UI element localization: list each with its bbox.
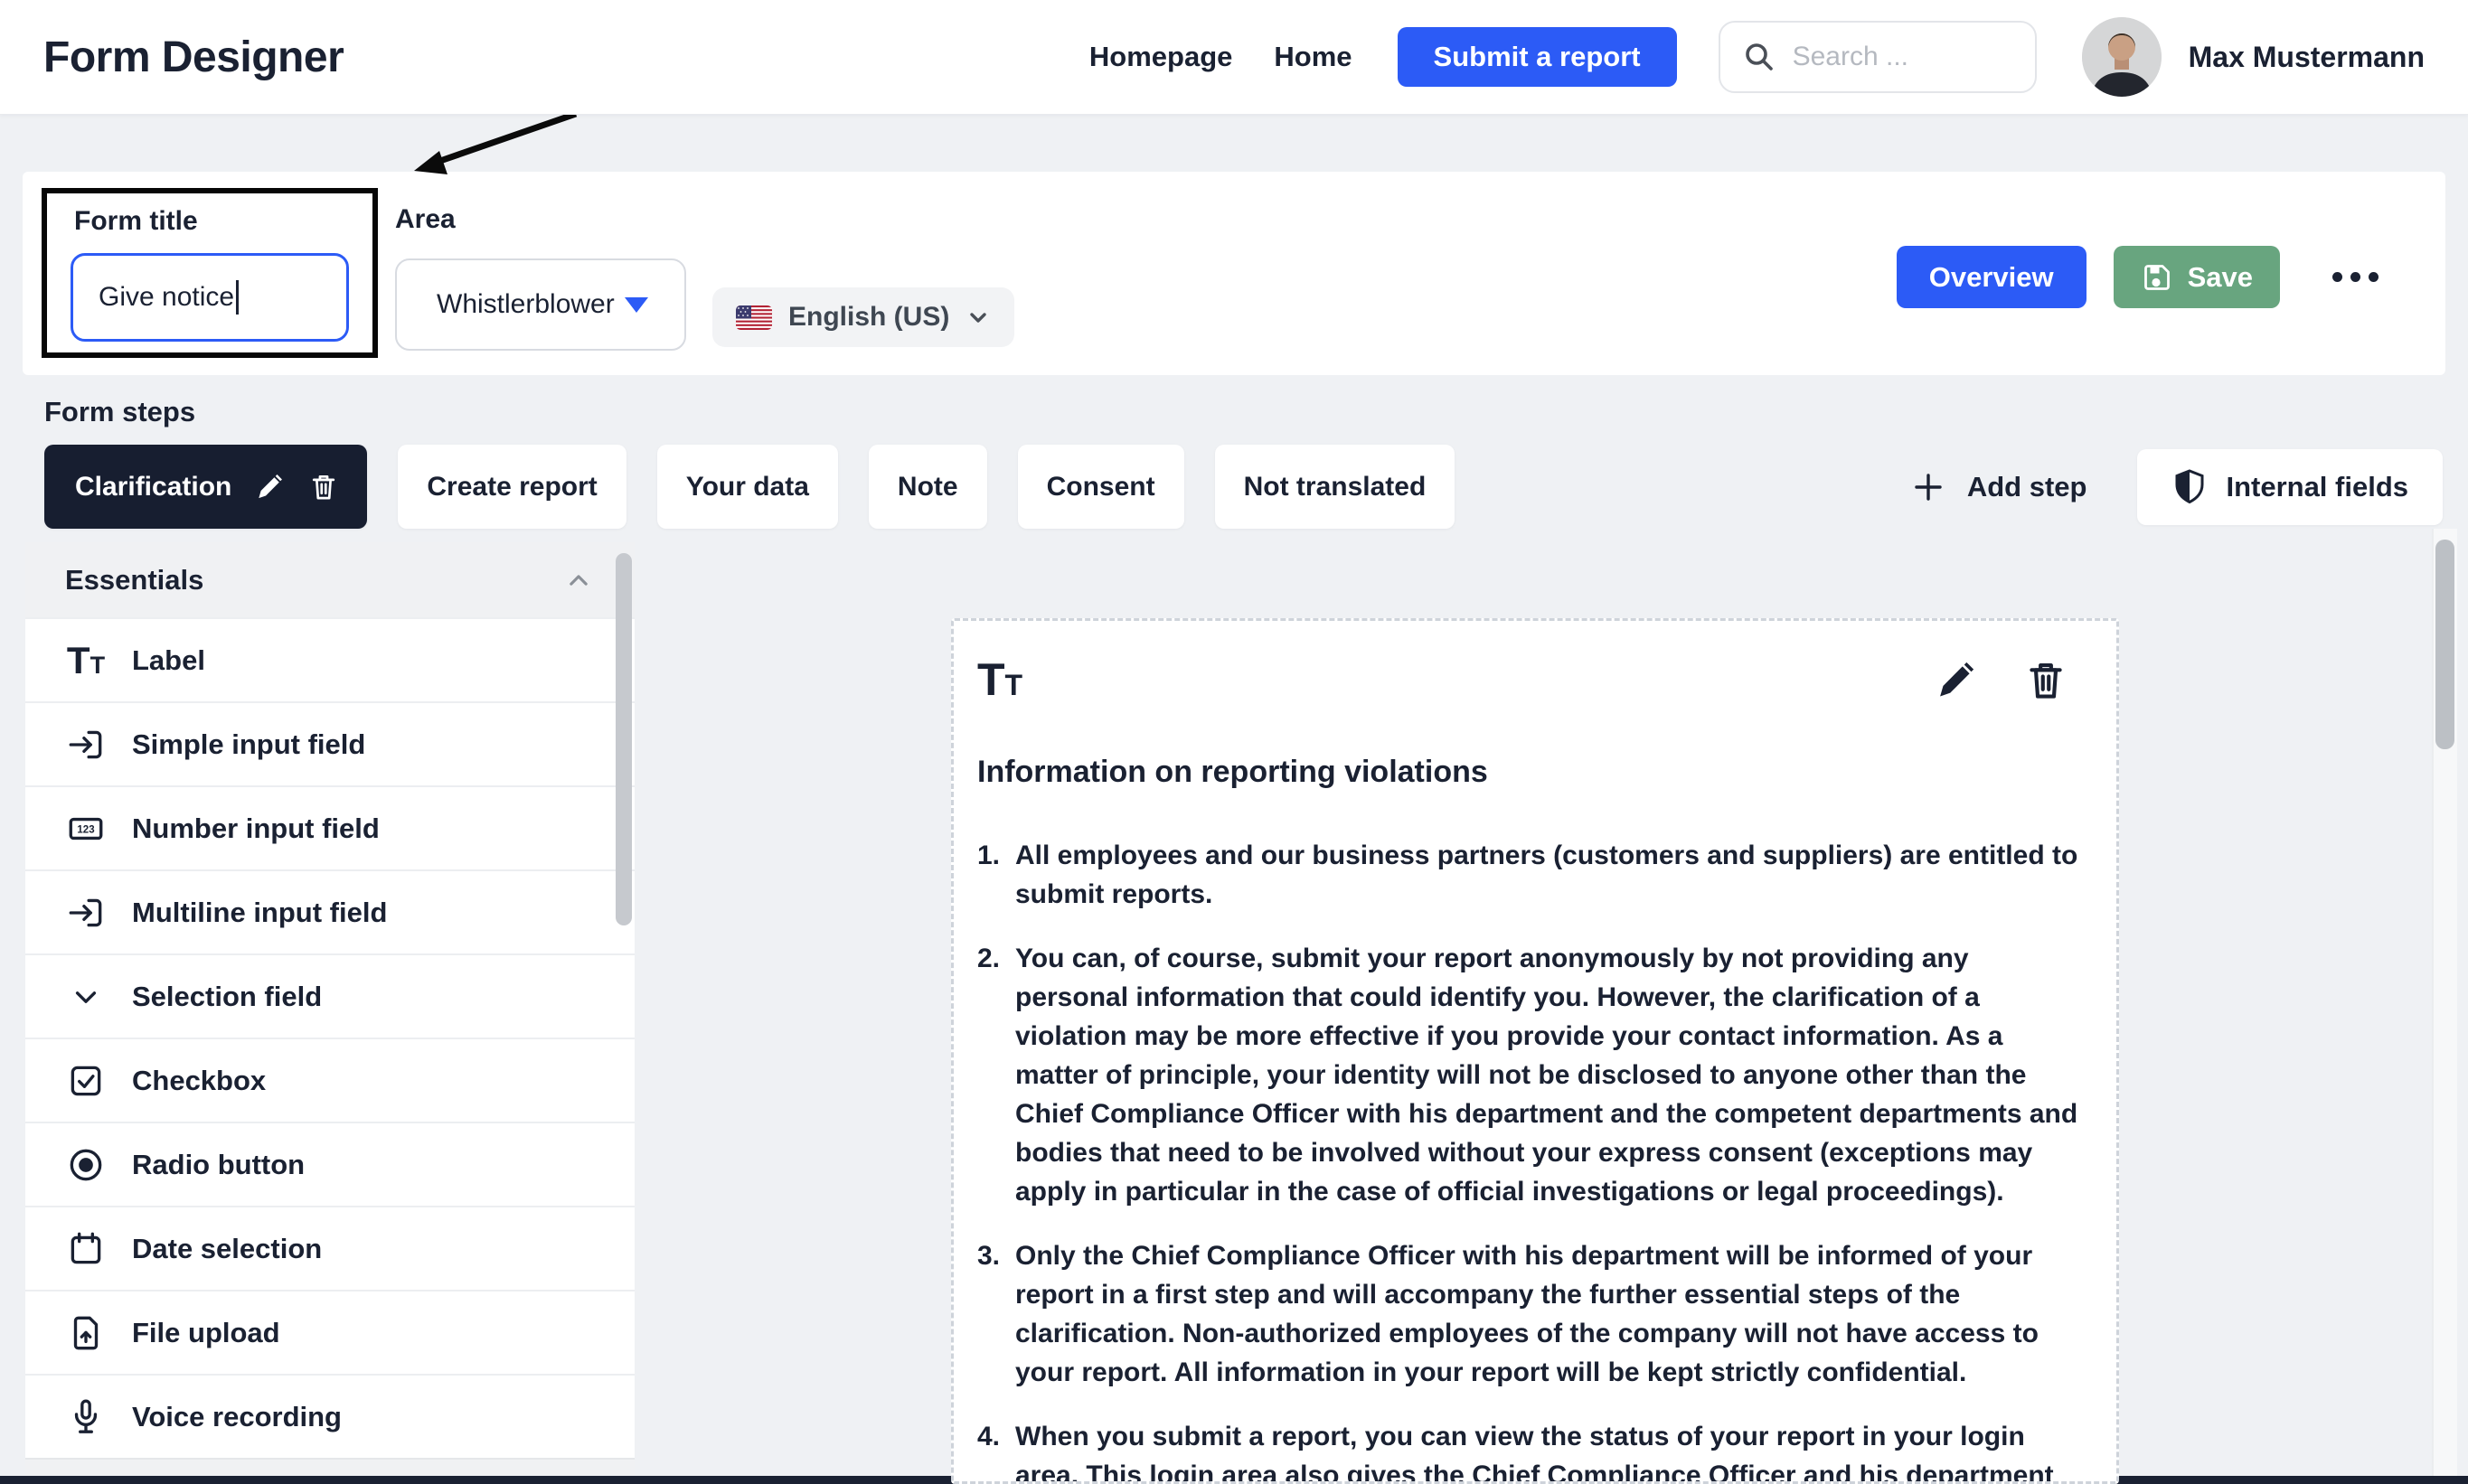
avatar[interactable]: [2081, 17, 2162, 97]
delete-step-trash-icon[interactable]: [307, 471, 340, 503]
us-flag-icon: [736, 305, 772, 330]
page-title: Form Designer: [43, 33, 344, 81]
label-block-type-icon: TT: [977, 654, 1023, 705]
palette-section-essentials[interactable]: Essentials: [25, 542, 635, 617]
shield-icon: [2175, 468, 2204, 503]
area-group: Area Whistlerblower: [395, 204, 686, 351]
search-icon: [1742, 40, 1776, 74]
multiline-input-icon: [65, 892, 107, 934]
step-label: Clarification: [75, 471, 232, 502]
radio-icon: [65, 1144, 107, 1186]
palette-item-selection-field[interactable]: Selection field: [25, 953, 635, 1038]
number-input-icon: 123: [65, 808, 107, 850]
internal-fields-button[interactable]: Internal fields: [2137, 448, 2443, 525]
block-numbered-list: 1. All employees and our business partne…: [977, 836, 2084, 1484]
form-designer-app: Form Designer Homepage Home Submit a rep…: [0, 0, 2468, 1484]
overview-button[interactable]: Overview: [1896, 246, 2086, 308]
nav-link-homepage[interactable]: Homepage: [1089, 41, 1232, 73]
voice-icon: [65, 1396, 107, 1438]
canvas-label-block[interactable]: TT Information on reporting violations 1…: [951, 618, 2119, 1484]
floppy-disk-icon: [2141, 261, 2173, 294]
internal-fields-label: Internal fields: [2226, 470, 2408, 502]
palette-item-voice-recording[interactable]: Voice recording: [25, 1374, 635, 1458]
svg-text:123: 123: [77, 824, 94, 835]
section-title: Essentials: [65, 563, 204, 596]
file-upload-icon: [65, 1312, 107, 1354]
label-icon: TT: [66, 638, 106, 681]
simple-input-icon: [65, 724, 107, 765]
caret-down-icon: [625, 296, 648, 313]
palette-item-number-input[interactable]: 123 Number input field: [25, 785, 635, 869]
add-step-button[interactable]: Add step: [1911, 445, 2087, 529]
form-title-input[interactable]: Give notice: [71, 253, 349, 342]
chevron-down-icon: [970, 313, 987, 323]
step-chip-note[interactable]: Note: [868, 445, 987, 529]
palette-item-label[interactable]: TT Label: [25, 617, 635, 701]
text-caret: [236, 280, 240, 315]
next-section-strip: [25, 1458, 635, 1475]
language-value: English (US): [788, 302, 950, 332]
language-select[interactable]: English (US): [712, 287, 1015, 347]
block-header: TT: [977, 657, 2089, 704]
header-bar: Form Designer Homepage Home Submit a rep…: [0, 0, 2468, 115]
area-select[interactable]: Whistlerblower: [395, 258, 686, 351]
form-title-label: Form title: [74, 206, 198, 236]
area-label: Area: [395, 204, 456, 234]
toolbar-actions: Overview Save: [1896, 246, 2382, 308]
palette-item-date-selection[interactable]: Date selection: [25, 1206, 635, 1290]
step-chip-your-data[interactable]: Your data: [656, 445, 838, 529]
annotation-highlight-box: Form title Give notice: [42, 188, 378, 358]
nav-link-home[interactable]: Home: [1274, 41, 1352, 73]
palette-item-radio-button[interactable]: Radio button: [25, 1122, 635, 1206]
chevron-up-icon[interactable]: [562, 564, 595, 596]
step-chip-clarification[interactable]: Clarification: [44, 445, 368, 529]
list-item: 4. When you submit a report, you can vie…: [977, 1422, 2054, 1484]
main-scrollbar-thumb[interactable]: [2435, 540, 2454, 749]
palette-item-multiline-input[interactable]: Multiline input field: [25, 869, 635, 953]
sidebar-scrollbar-thumb[interactable]: [616, 553, 632, 925]
step-chip-consent[interactable]: Consent: [1017, 445, 1184, 529]
user-name[interactable]: Max Mustermann: [2189, 41, 2425, 74]
palette-item-file-upload[interactable]: File upload: [25, 1290, 635, 1374]
header-nav: Homepage Home Submit a report Max Muster…: [1048, 17, 2425, 97]
add-step-label: Add step: [1966, 470, 2087, 502]
checkbox-icon: [65, 1060, 107, 1102]
palette-item-simple-input[interactable]: Simple input field: [25, 701, 635, 785]
list-item: 2. You can, of course, submit your repor…: [977, 944, 2078, 1207]
block-heading: Information on reporting violations: [977, 755, 1488, 789]
block-actions: [1932, 657, 2089, 704]
save-label: Save: [2187, 260, 2253, 293]
step-chip-not-translated[interactable]: Not translated: [1214, 445, 1455, 529]
edit-step-pencil-icon[interactable]: [253, 471, 286, 503]
area-value: Whistlerblower: [437, 289, 615, 319]
search-box[interactable]: [1718, 21, 2037, 93]
list-item: 1. All employees and our business partne…: [977, 841, 2078, 909]
palette-item-checkbox[interactable]: Checkbox: [25, 1038, 635, 1122]
selection-field-icon: [65, 976, 107, 1018]
form-title-value: Give notice: [99, 282, 235, 312]
list-item: 3. Only the Chief Compliance Officer wit…: [977, 1241, 2039, 1387]
form-settings-panel: Form title Give notice Area Whistlerblow…: [23, 172, 2445, 375]
form-steps-label: Form steps: [44, 396, 196, 427]
form-steps-row: Clarification Create report Your data No…: [44, 445, 2443, 529]
plus-icon: [1915, 473, 1942, 501]
step-chip-create-report[interactable]: Create report: [398, 445, 626, 529]
submit-report-button[interactable]: Submit a report: [1397, 27, 1677, 87]
date-icon: [65, 1228, 107, 1270]
more-options-button[interactable]: [2329, 263, 2382, 291]
search-input[interactable]: [1792, 42, 2013, 72]
save-button[interactable]: Save: [2113, 246, 2280, 308]
edit-block-pencil-icon[interactable]: [1932, 657, 1979, 704]
field-palette-sidebar: Essentials TT Label Simple input field 1…: [25, 542, 635, 1475]
delete-block-trash-icon[interactable]: [2022, 657, 2069, 704]
